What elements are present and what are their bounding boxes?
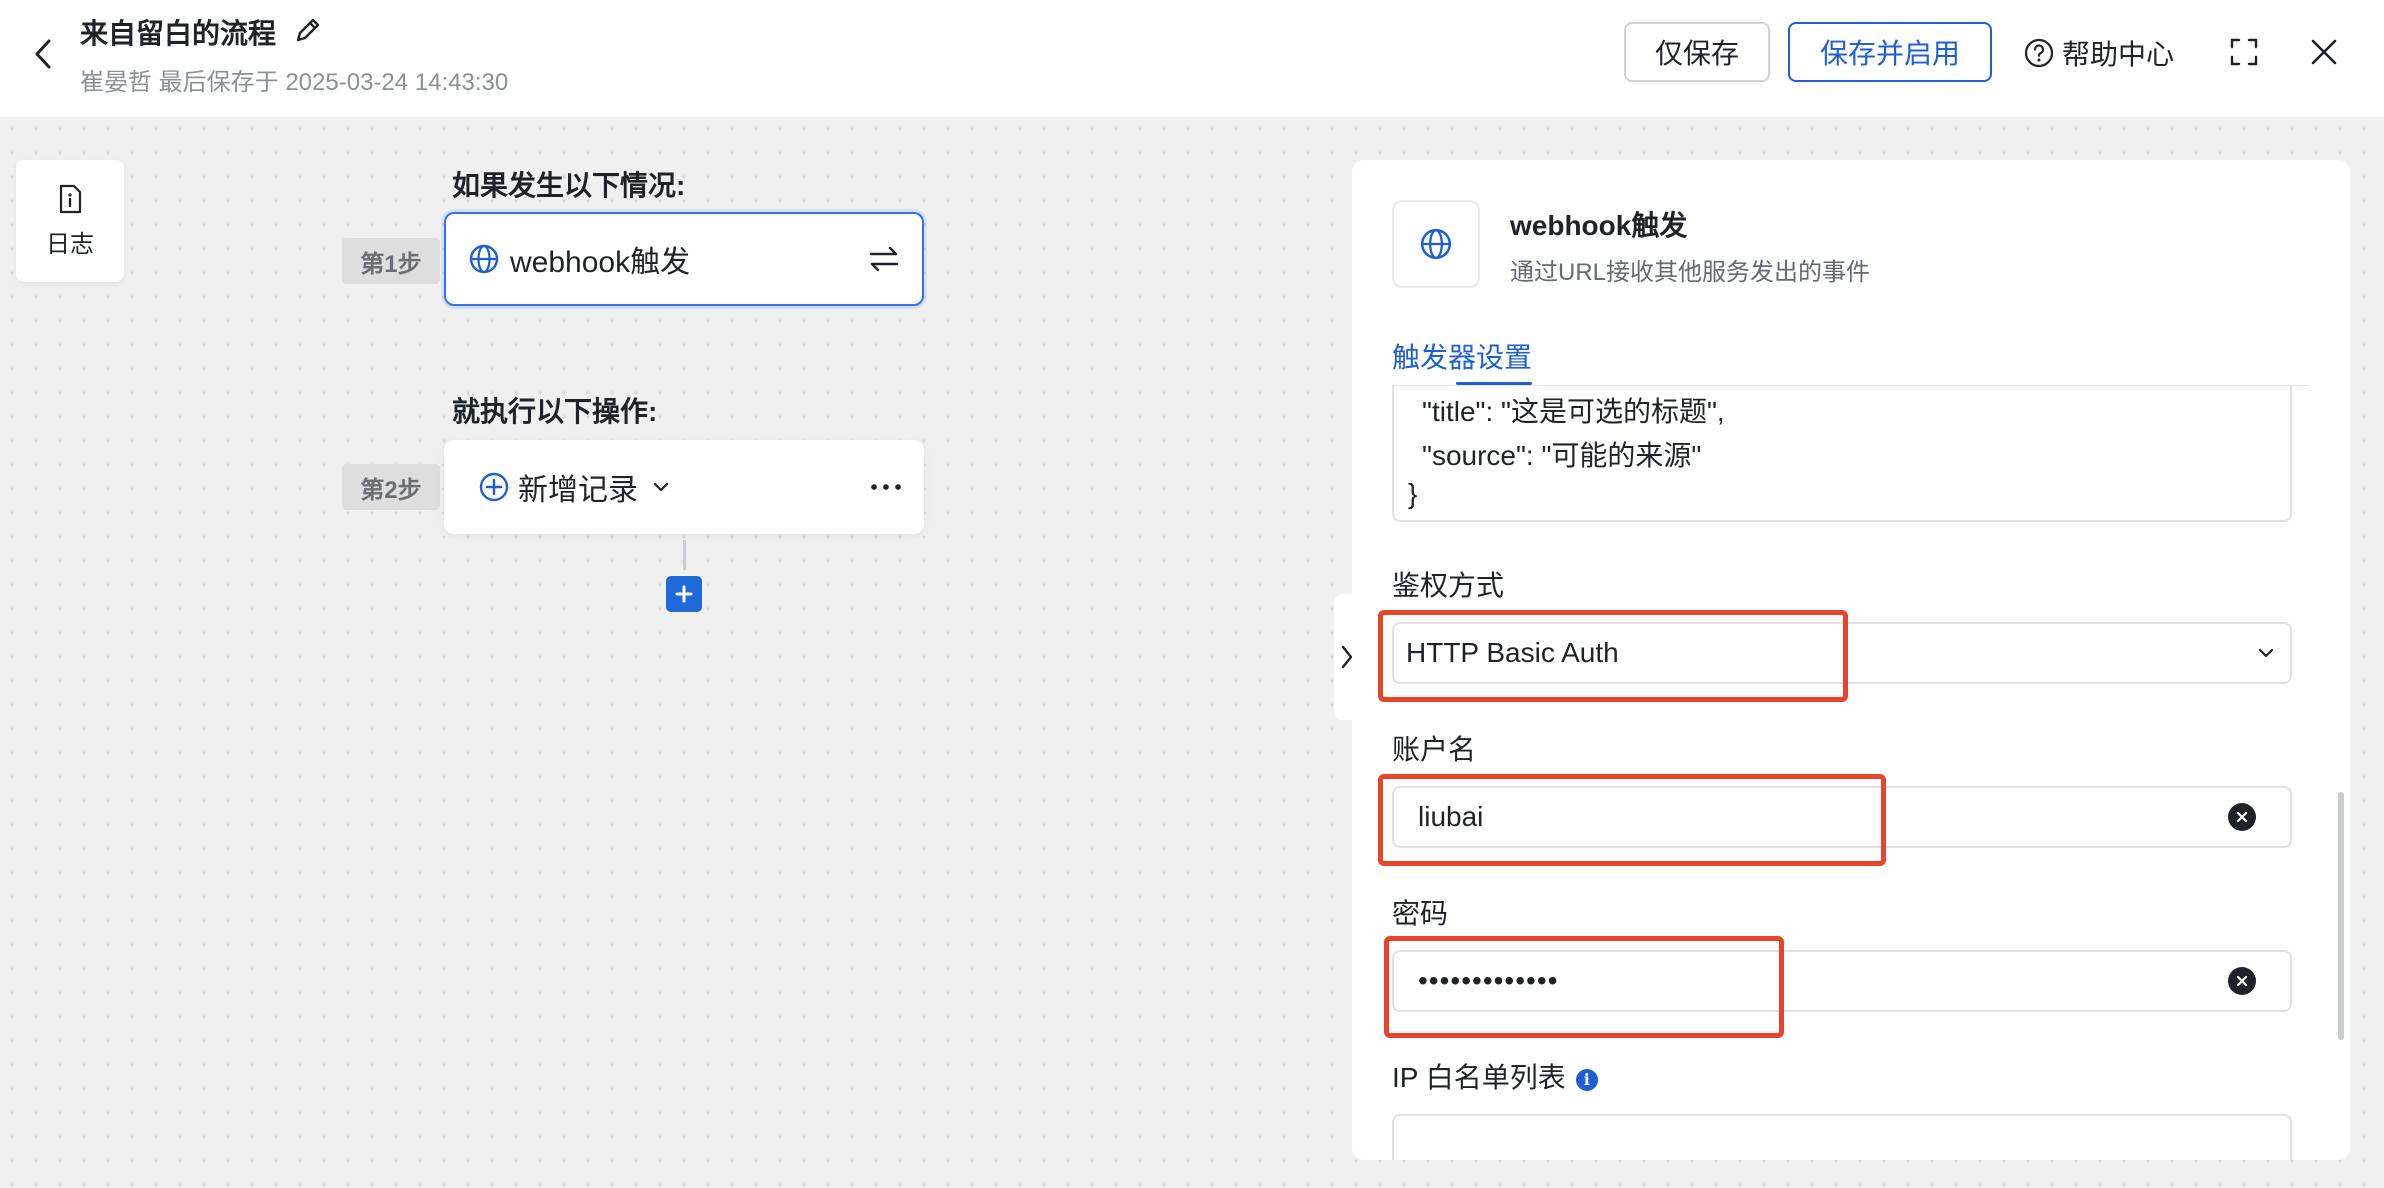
step-1-tag: 第1步: [342, 238, 440, 284]
ip-whitelist-label: IP 白名单列表 i: [1392, 1056, 1598, 1096]
code-line: "title": "这是可选的标题",: [1422, 396, 1725, 427]
code-line: "source": "可能的来源": [1422, 440, 1702, 471]
plus-icon: [675, 585, 693, 603]
panel-scrollbar[interactable]: [2338, 792, 2344, 1040]
clear-username-button[interactable]: [2228, 803, 2256, 831]
action-section-heading: 就执行以下操作:: [452, 396, 658, 427]
chevron-down-icon[interactable]: [650, 476, 672, 498]
panel-title: webhook触发: [1510, 210, 1688, 241]
help-center-button[interactable]: 帮助中心: [2024, 32, 2174, 74]
clear-icon: [2236, 975, 2248, 987]
ip-whitelist-text: IP 白名单列表: [1392, 1062, 1566, 1093]
code-line: }: [1408, 478, 1418, 509]
back-button[interactable]: [28, 34, 58, 74]
expand-icon: [2230, 38, 2258, 66]
auth-method-label: 鉴权方式: [1392, 570, 1505, 601]
switch-arrows-icon[interactable]: [868, 244, 900, 274]
flow-title[interactable]: 来自留白的流程: [80, 12, 276, 52]
fullscreen-button[interactable]: [2224, 32, 2264, 72]
action-node[interactable]: 新增记录: [444, 440, 924, 534]
panel-trigger-icon: [1392, 200, 1480, 288]
log-button[interactable]: 日志: [16, 160, 124, 282]
close-button[interactable]: [2304, 32, 2344, 72]
panel-description: 通过URL接收其他服务发出的事件: [1510, 259, 1871, 286]
password-label: 密码: [1392, 898, 1449, 929]
question-circle-icon: [2024, 38, 2054, 68]
trigger-node-label: webhook触发: [510, 246, 691, 279]
log-document-icon: [59, 184, 82, 213]
highlight-box-auth: [1378, 610, 1848, 702]
clear-icon: [2236, 811, 2248, 823]
tab-trigger-settings[interactable]: 触发器设置: [1392, 336, 1532, 376]
log-label: 日志: [46, 230, 94, 258]
chevron-left-icon: [35, 39, 51, 69]
highlight-box-password: [1384, 936, 1784, 1038]
request-body-example[interactable]: "title": "这是可选的标题", "source": "可能的来源" }: [1392, 386, 2292, 522]
clear-password-button[interactable]: [2228, 967, 2256, 995]
username-label: 账户名: [1392, 734, 1477, 765]
close-icon: [2311, 39, 2337, 65]
plus-circle-icon: [479, 472, 509, 502]
node-connector: [683, 540, 686, 570]
highlight-box-username: [1378, 774, 1886, 866]
save-and-enable-button[interactable]: 保存并启用: [1788, 22, 1992, 82]
ip-whitelist-field[interactable]: [1392, 1114, 2292, 1160]
action-node-label: 新增记录: [518, 474, 638, 507]
last-saved-info: 崔晏哲 最后保存于 2025-03-24 14:43:30: [80, 69, 509, 96]
tab-active-indicator: [1456, 382, 1532, 385]
globe-icon: [1420, 228, 1452, 260]
chevron-down-icon: [2258, 648, 2274, 658]
info-icon[interactable]: i: [1575, 1068, 1598, 1091]
help-center-label: 帮助中心: [2062, 39, 2175, 70]
step-2-tag: 第2步: [342, 464, 440, 510]
globe-icon: [469, 244, 499, 274]
pencil-icon[interactable]: [292, 14, 324, 46]
trigger-section-heading: 如果发生以下情况:: [452, 170, 686, 201]
save-only-button[interactable]: 仅保存: [1624, 22, 1770, 82]
more-icon[interactable]: [870, 482, 902, 492]
trigger-node[interactable]: webhook触发: [444, 212, 924, 306]
add-step-button[interactable]: [666, 576, 702, 612]
top-bar: 来自留白的流程 崔晏哲 最后保存于 2025-03-24 14:43:30 仅保…: [0, 0, 2384, 117]
